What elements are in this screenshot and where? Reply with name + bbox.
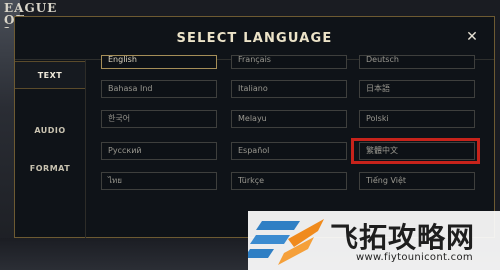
language-option-deutsch[interactable]: Deutsch — [359, 55, 475, 69]
close-icon[interactable]: ✕ — [464, 29, 480, 45]
tabs-divider — [85, 60, 86, 238]
language-option-japanese[interactable]: 日本語 — [359, 80, 475, 98]
language-option-russian[interactable]: Русский — [101, 142, 217, 160]
dialog-title: SELECT LANGUAGE — [176, 31, 333, 46]
tab-text[interactable]: TEXT — [15, 61, 85, 89]
language-option-bahasa-ind[interactable]: Bahasa Ind — [101, 80, 217, 98]
select-language-dialog: SELECT LANGUAGE ✕ TEXT AUDIO FORMAT Engl… — [14, 16, 495, 238]
language-option-espanol[interactable]: Español — [231, 142, 347, 160]
language-option-francais[interactable]: Français — [231, 55, 347, 69]
language-option-thai[interactable]: ไทย — [101, 172, 217, 190]
highlight-box — [351, 138, 480, 164]
language-option-melayu[interactable]: Melayu — [231, 110, 347, 128]
language-option-italiano[interactable]: Italiano — [231, 80, 347, 98]
watermark-logo-icon — [248, 219, 324, 265]
watermark-text: 飞拓攻略网 — [330, 221, 476, 254]
tab-format[interactable]: FORMAT — [15, 155, 85, 183]
watermark-url: www.fiytounicont.com — [356, 252, 473, 263]
language-option-turkce[interactable]: Türkçe — [231, 172, 347, 190]
language-option-korean[interactable]: 한국어 — [101, 110, 217, 128]
language-option-vietnamese[interactable]: Tiếng Việt — [359, 172, 475, 190]
language-option-polski[interactable]: Polski — [359, 110, 475, 128]
language-option-english[interactable]: English — [101, 55, 217, 69]
tab-audio[interactable]: AUDIO — [15, 117, 85, 145]
